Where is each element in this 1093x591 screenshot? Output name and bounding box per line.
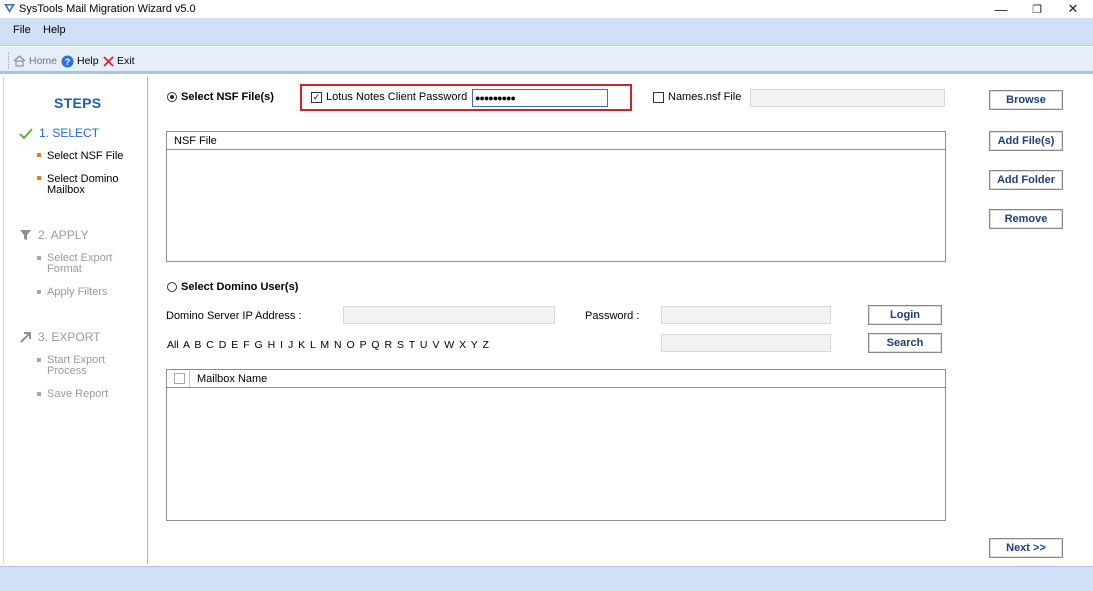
help-label: Help [77, 55, 99, 67]
app-logo-icon [4, 4, 15, 13]
select-domino-label: Select Domino User(s) [181, 281, 299, 293]
header-divider [189, 370, 190, 387]
step-export-label: 3. EXPORT [38, 330, 101, 344]
server-ip-label: Domino Server IP Address : [166, 310, 302, 322]
lotus-password-label: Lotus Notes Client Password [326, 91, 468, 103]
step-start-export: Start Export Process [47, 354, 106, 377]
select-nsf-label: Select NSF File(s) [181, 91, 274, 103]
browse-button[interactable]: Browse [989, 90, 1063, 110]
bullet-icon [37, 358, 41, 362]
add-folder-button[interactable]: Add Folder [989, 170, 1063, 190]
step-export: 3. EXPORT [19, 330, 100, 344]
step-apply-label: 2. APPLY [38, 228, 89, 242]
select-nsf-radio[interactable] [167, 92, 177, 102]
nsf-file-list[interactable]: NSF File [166, 131, 946, 262]
maximize-button[interactable]: ❐ [1019, 0, 1055, 18]
menu-help[interactable]: Help [43, 24, 66, 36]
mailbox-list[interactable]: Mailbox Name [166, 369, 946, 521]
menu-bar [0, 18, 1093, 46]
exit-icon [103, 55, 114, 67]
steps-title: STEPS [54, 95, 102, 111]
home-icon [13, 55, 26, 67]
bullet-icon [37, 290, 41, 294]
step-select-nsf[interactable]: Select NSF File [47, 151, 123, 162]
lotus-password-checkbox[interactable]: ✓ [311, 92, 322, 103]
select-domino-radio[interactable] [167, 282, 177, 292]
export-arrow-icon [20, 332, 31, 343]
step-select-domino[interactable]: Select Domino Mailbox [47, 174, 119, 196]
remove-button[interactable]: Remove [989, 209, 1063, 229]
domino-password-label: Password : [585, 310, 640, 322]
nsf-file-column: NSF File [174, 134, 217, 147]
toolbar [0, 47, 1093, 74]
help-button[interactable]: ? Help [61, 54, 99, 68]
domino-password-input[interactable] [661, 306, 831, 324]
select-all-mailbox-checkbox[interactable] [174, 373, 185, 384]
mailbox-search-input[interactable] [661, 334, 831, 352]
mailbox-list-header: Mailbox Name [167, 370, 945, 388]
exit-label: Exit [117, 55, 135, 67]
help-icon: ? [61, 55, 74, 67]
mailbox-name-column: Mailbox Name [197, 372, 268, 385]
bullet-icon [37, 176, 41, 180]
toolbar-grip [8, 52, 9, 69]
step-save-report: Save Report [47, 388, 109, 400]
step-apply: 2. APPLY [19, 228, 88, 242]
step-apply-filters: Apply Filters [47, 286, 108, 298]
step-select[interactable]: 1. SELECT [19, 126, 99, 140]
exit-button[interactable]: Exit [103, 54, 135, 68]
lotus-password-input[interactable]: ●●●●●●●●● [472, 89, 608, 107]
app-window: SysTools Mail Migration Wizard v5.0 — ❐ … [0, 0, 1093, 591]
home-label: Home [29, 55, 58, 67]
add-files-button[interactable]: Add File(s) [989, 131, 1063, 151]
checkmark-icon [19, 127, 33, 139]
home-button[interactable]: Home [13, 54, 57, 68]
server-ip-input[interactable] [343, 306, 555, 324]
step-export-format: Select Export Format [47, 252, 113, 275]
menu-file[interactable]: File [13, 24, 31, 36]
login-button[interactable]: Login [868, 305, 942, 325]
names-nsf-path-field[interactable] [750, 89, 945, 107]
alphabet-filter[interactable]: All A B C D E F G H I J K L M N O P Q R … [167, 339, 489, 351]
names-nsf-checkbox[interactable] [653, 92, 664, 103]
close-button[interactable]: ✕ [1055, 0, 1091, 18]
bullet-icon [37, 153, 41, 157]
bullet-icon [37, 256, 41, 260]
window-title: SysTools Mail Migration Wizard v5.0 [19, 3, 196, 15]
nsf-list-header: NSF File [167, 132, 945, 150]
names-nsf-label: Names.nsf File [668, 91, 742, 103]
bullet-icon [37, 392, 41, 396]
search-button[interactable]: Search [868, 333, 942, 353]
filter-icon [20, 230, 31, 240]
status-bar [0, 566, 1093, 591]
svg-text:?: ? [65, 57, 71, 67]
next-button[interactable]: Next >> [989, 538, 1063, 558]
minimize-button[interactable]: — [983, 0, 1019, 18]
step-select-label: 1. SELECT [39, 126, 100, 140]
